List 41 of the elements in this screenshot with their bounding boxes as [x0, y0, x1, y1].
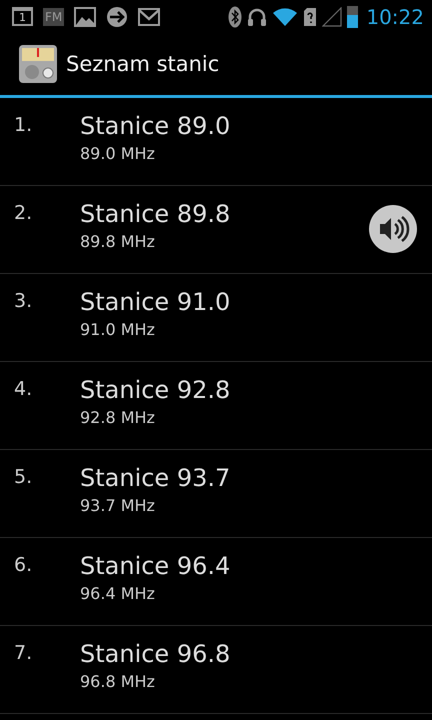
- station-frequency: 89.8 MHz: [80, 232, 156, 251]
- station-name: Stanice 89.8: [80, 200, 230, 228]
- clock-time: 10:22: [366, 4, 424, 28]
- station-number: 7.: [13, 641, 34, 664]
- station-frequency: 91.0 MHz: [80, 320, 156, 339]
- station-frequency: 93.7 MHz: [80, 496, 156, 515]
- battery-icon: [347, 6, 358, 28]
- station-name: Stanice 89.0: [80, 112, 230, 140]
- station-number: 3.: [13, 289, 34, 312]
- image-icon: [74, 6, 96, 26]
- station-item[interactable]: 3. Stanice 91.0 91.0 MHz: [0, 274, 432, 362]
- bluetooth-icon: [228, 6, 242, 28]
- station-name: Stanice 92.8: [80, 376, 230, 404]
- headphones-icon: [247, 6, 268, 26]
- station-number: 1.: [13, 113, 34, 136]
- signal-icon: [322, 6, 342, 26]
- station-name: Stanice 96.8: [80, 640, 230, 668]
- radio-icon: [18, 44, 58, 84]
- wifi-icon: [272, 6, 298, 26]
- station-item[interactable]: 2. Stanice 89.8 89.8 MHz: [0, 186, 432, 274]
- mail-icon: [138, 8, 160, 26]
- station-item[interactable]: 5. Stanice 93.7 93.7 MHz: [0, 450, 432, 538]
- station-frequency: 96.8 MHz: [80, 672, 156, 691]
- station-number: 4.: [13, 377, 34, 400]
- station-frequency: 96.4 MHz: [80, 584, 156, 603]
- station-name: Stanice 91.0: [80, 288, 230, 316]
- station-frequency: 89.0 MHz: [80, 144, 156, 163]
- station-item[interactable]: 4. Stanice 92.8 92.8 MHz: [0, 362, 432, 450]
- station-frequency: 92.8 MHz: [80, 408, 156, 427]
- sim-icon: [303, 6, 318, 26]
- station-name: Stanice 93.7: [80, 464, 230, 492]
- station-item[interactable]: 1. Stanice 89.0 89.0 MHz: [0, 98, 432, 186]
- station-number: 2.: [13, 201, 34, 224]
- station-item[interactable]: 7. Stanice 96.8 96.8 MHz: [0, 626, 432, 714]
- calendar-icon: 1: [12, 7, 33, 26]
- fm-icon: FM: [43, 8, 64, 26]
- screen-title: Seznam stanic: [66, 52, 220, 76]
- station-name: Stanice 96.4: [80, 552, 230, 580]
- station-number: 6.: [13, 553, 34, 576]
- station-item[interactable]: 6. Stanice 96.4 96.4 MHz: [0, 538, 432, 626]
- station-number: 5.: [13, 465, 34, 488]
